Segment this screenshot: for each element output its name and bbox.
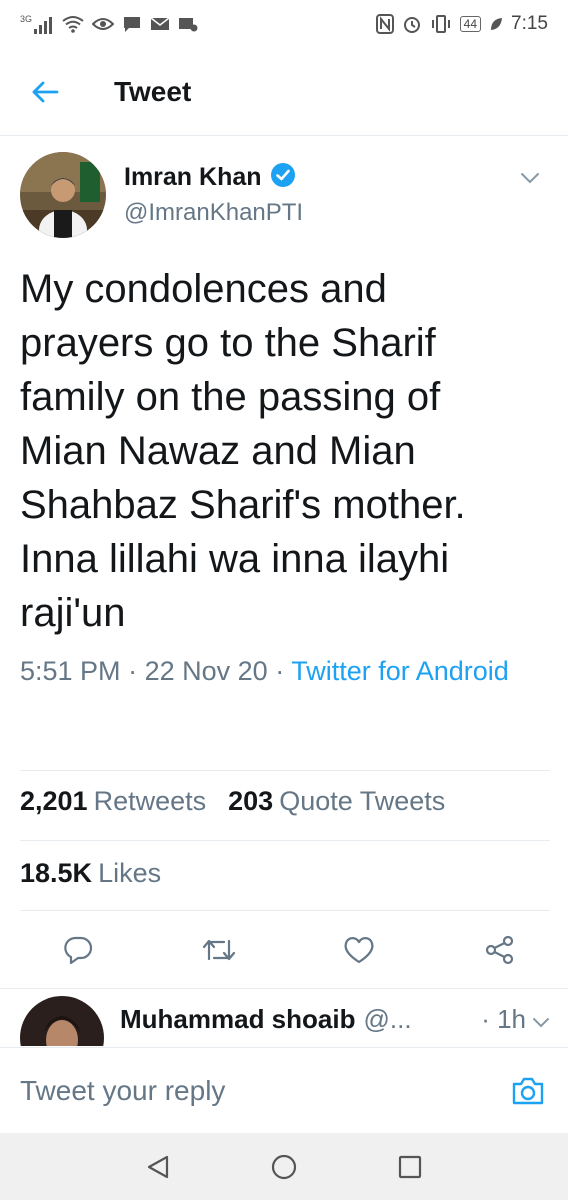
reply-bar [0,1047,568,1133]
author-info: Imran Khan @ImranKhanPTI [124,162,510,227]
tweet-options-button[interactable] [510,158,550,198]
likes-count: 18.5K [20,858,93,888]
retweet-button[interactable] [199,930,239,970]
camera-icon [512,1077,544,1104]
reply-preview[interactable]: Muhammad shoaib @... · 1h [20,996,550,1046]
reply-options-button[interactable] [532,1004,550,1035]
system-nav-bar [0,1133,568,1200]
camera-button[interactable] [508,1071,548,1111]
chevron-down-icon [521,173,539,184]
tweet-text: My condolences and prayers go to the Sha… [20,267,466,635]
battery-indicator: 44 [459,16,482,32]
verified-badge-icon [270,162,296,193]
author-name-line: Imran Khan [124,162,510,193]
tweet-date: 22 Nov 20 [144,656,268,686]
retweet-icon [202,939,235,961]
quote-tweets-stat[interactable]: 203 Quote Tweets [228,786,445,817]
clock-time: 7:15 [511,13,548,34]
alarm-icon [402,14,422,34]
retweets-count: 2,201 [20,786,88,816]
square-recents-icon [398,1155,422,1178]
stats-row: 2,201 Retweets 203 Quote Tweets [20,786,445,817]
tweet-source-link[interactable]: Twitter for Android [291,656,509,686]
reply-author-handle: @... [363,1004,412,1034]
meta-separator: · [128,656,145,686]
nav-recents-button[interactable] [392,1149,428,1185]
nav-home-button[interactable] [266,1149,302,1185]
mail-icon [150,16,170,32]
tweet-detail: Imran Khan @ImranKhanPTI My condolences … [20,152,550,690]
reply-button[interactable] [58,930,98,970]
divider [0,988,568,989]
meta-separator: · [275,656,292,686]
wifi-icon [62,15,84,33]
divider [20,770,550,771]
reply-author-name[interactable]: Muhammad shoaib [120,1004,355,1035]
status-right: 44 7:15 [375,13,548,35]
share-icon [485,935,514,965]
chat-bubble-icon [122,15,142,33]
tweet-actions [20,920,550,980]
reply-input[interactable] [20,1074,508,1107]
heart-icon [344,937,374,964]
likes-stat[interactable]: 18.5K Likes [20,858,161,889]
notification-app-icon [178,15,198,33]
back-button[interactable] [0,48,90,136]
reply-body: Muhammad shoaib @... · 1h [120,996,550,1046]
back-arrow-icon [32,81,59,102]
leaf-icon [489,16,503,32]
app-header: Tweet [0,48,568,136]
signal-icon: 3G [20,13,54,35]
divider [20,840,550,841]
divider [20,910,550,911]
nav-back-button[interactable] [140,1149,176,1185]
status-left: 3G [20,13,198,35]
author-name[interactable]: Imran Khan [124,163,262,192]
author-avatar[interactable] [20,152,106,238]
retweets-stat[interactable]: 2,201 Retweets [20,786,206,817]
like-button[interactable] [339,930,379,970]
author-row: Imran Khan @ImranKhanPTI [20,152,550,248]
triangle-back-icon [147,1155,169,1178]
likes-label: Likes [98,858,162,888]
tweet-meta: 5:51 PM · 22 Nov 20 · Twitter for Androi… [20,652,550,690]
circle-home-icon [271,1154,297,1179]
status-bar: 3G 44 7:15 [0,0,568,48]
quotes-label: Quote Tweets [279,786,446,816]
retweets-label: Retweets [93,786,207,816]
share-button[interactable] [480,930,520,970]
vibrate-icon [430,14,452,34]
tweet-time: 5:51 PM [20,656,121,686]
chevron-down-icon [533,1018,549,1028]
eye-icon [92,16,114,32]
reply-time: · 1h [481,1004,526,1034]
page-title: Tweet [114,75,192,107]
reply-avatar[interactable] [20,996,104,1046]
reply-icon [64,936,93,964]
author-handle[interactable]: @ImranKhanPTI [124,199,510,227]
reply-head: Muhammad shoaib @... · 1h [120,1004,550,1035]
nfc-icon [375,14,394,34]
network-type: 3G [20,14,32,24]
quotes-count: 203 [228,786,274,816]
